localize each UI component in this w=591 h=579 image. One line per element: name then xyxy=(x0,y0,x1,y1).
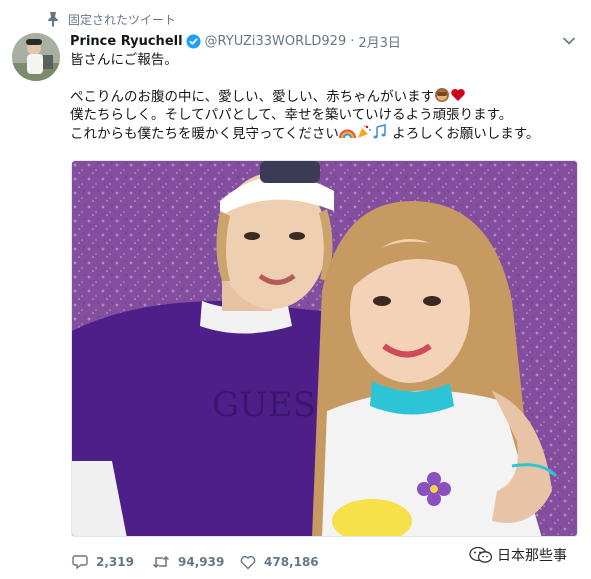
reply-button[interactable]: 2,319 xyxy=(72,554,152,570)
monkey-emoji-icon xyxy=(435,88,450,103)
retweet-button[interactable]: 94,939 xyxy=(152,555,240,569)
heart-icon xyxy=(240,555,256,569)
pinned-tweet-label: 固定されたツイート xyxy=(46,10,176,28)
reply-count: 2,319 xyxy=(96,555,134,569)
tweet-body: 皆さんにご報告。 ぺこりんのお腹の中に、愛しい、愛しい、赤ちゃんがいます 僕たち… xyxy=(70,52,580,144)
tweet-line-3: 僕たちらしく。そしてパパとして、幸せを築いていけるよう頑張ります。 xyxy=(70,106,513,123)
watermark-text: 日本那些事 xyxy=(497,548,567,564)
red-heart-icon xyxy=(451,89,465,102)
tweet-line-4: これからも僕たちを暖かく見守ってください よろしくお願いします。 xyxy=(70,124,580,144)
tweet-actions: 2,319 94,939 478,186 xyxy=(72,550,330,574)
like-button[interactable]: 478,186 xyxy=(240,555,330,570)
rainbow-icon xyxy=(338,129,356,139)
tweet-line-4-text-a: これからも僕たちを暖かく見守ってください xyxy=(70,126,339,143)
tweet-line-4-text-b: よろしくお願いします。 xyxy=(392,126,540,143)
tweet-line-2-text: ぺこりんのお腹の中に、愛しい、愛しい、赤ちゃんがいます xyxy=(70,89,435,106)
musical-notes-icon xyxy=(373,124,386,139)
chevron-down-icon[interactable] xyxy=(562,34,576,48)
retweet-icon xyxy=(152,555,170,569)
retweet-count: 94,939 xyxy=(178,555,225,569)
photo-image: GUESS xyxy=(72,161,577,536)
tweet-header: Prince Ryuchell @RYUZi33WORLD929 · 2月3日 xyxy=(70,30,401,52)
reply-icon xyxy=(72,555,88,570)
party-popper-icon xyxy=(357,125,371,139)
wechat-icon xyxy=(469,546,493,563)
watermark: 日本那些事 xyxy=(469,544,567,566)
tweet-line-1: 皆さんにご報告。 xyxy=(70,52,178,68)
author-handle[interactable]: @RYUZi33WORLD929 xyxy=(205,34,347,49)
verified-badge-icon xyxy=(186,33,201,49)
pin-icon xyxy=(48,12,58,27)
author-name[interactable]: Prince Ryuchell xyxy=(70,34,183,49)
avatar-image xyxy=(12,33,60,81)
pinned-text: 固定されたツイート xyxy=(68,12,177,27)
tweet-date[interactable]: 2月3日 xyxy=(358,32,401,51)
header-separator: · xyxy=(350,33,355,49)
like-count: 478,186 xyxy=(264,555,319,569)
tweet-line-2: ぺこりんのお腹の中に、愛しい、愛しい、赤ちゃんがいます xyxy=(70,87,580,107)
tweet-photo[interactable]: GUESS xyxy=(71,160,578,537)
avatar[interactable] xyxy=(12,33,60,81)
